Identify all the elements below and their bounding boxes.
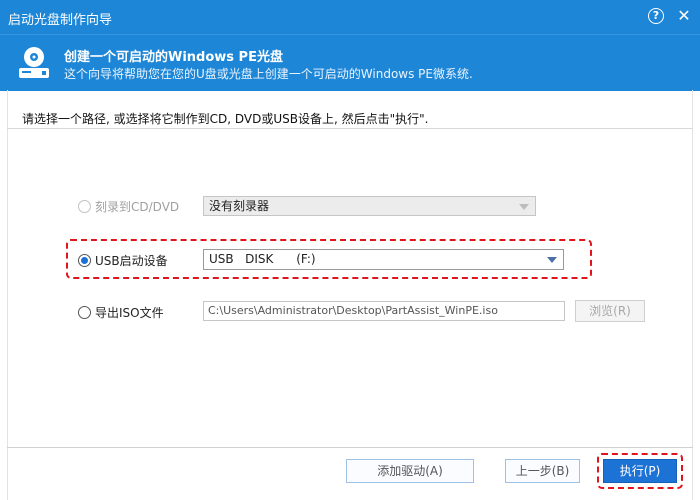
usb-device-value: USB DISK (F:) xyxy=(209,252,316,266)
disc-drive-icon xyxy=(19,47,49,78)
title-bar: 启动光盘制作向导 ? ✕ xyxy=(0,0,700,34)
iso-label: 导出ISO文件 xyxy=(95,306,164,320)
cd-dvd-option[interactable]: 刻录到CD/DVD xyxy=(78,198,179,216)
window-title: 启动光盘制作向导 xyxy=(8,13,113,28)
iso-path-input[interactable]: C:\Users\Administrator\Desktop\PartAssis… xyxy=(203,301,565,321)
iso-radio[interactable] xyxy=(78,306,91,319)
frame-left xyxy=(7,90,8,500)
execute-button[interactable]: 执行(P) xyxy=(603,459,677,483)
cd-dvd-radio[interactable] xyxy=(78,200,91,213)
wizard-header: 创建一个可启动的Windows PE光盘 这个向导将帮助您在您的U盘或光盘上创建… xyxy=(0,34,700,91)
usb-radio[interactable] xyxy=(78,254,91,267)
usb-device-select[interactable]: USB DISK (F:) xyxy=(203,249,564,270)
chevron-down-icon xyxy=(519,204,529,210)
iso-option[interactable]: 导出ISO文件 xyxy=(78,304,164,322)
burner-select[interactable]: 没有刻录器 xyxy=(203,196,536,216)
chevron-down-icon xyxy=(547,257,557,263)
instruction-text: 请选择一个路径, 或选择将它制作到CD, DVD或USB设备上, 然后点击"执行… xyxy=(22,112,429,126)
footer-divider xyxy=(7,447,693,448)
burner-select-value: 没有刻录器 xyxy=(209,199,270,213)
close-button[interactable]: ✕ xyxy=(674,6,694,26)
usb-label: USB启动设备 xyxy=(95,254,168,268)
back-button[interactable]: 上一步(B) xyxy=(505,459,580,483)
add-driver-button[interactable]: 添加驱动(A) xyxy=(346,459,474,483)
browse-button[interactable]: 浏览(R) xyxy=(575,300,645,322)
header-subtitle: 这个向导将帮助您在您的U盘或光盘上创建一个可启动的Windows PE微系统. xyxy=(64,67,473,81)
divider xyxy=(7,128,693,129)
help-button[interactable]: ? xyxy=(646,6,666,26)
frame-right xyxy=(692,90,693,500)
help-icon: ? xyxy=(648,8,664,24)
header-title: 创建一个可启动的Windows PE光盘 xyxy=(64,50,283,65)
cd-dvd-label: 刻录到CD/DVD xyxy=(95,200,180,214)
usb-option[interactable]: USB启动设备 xyxy=(78,252,168,270)
